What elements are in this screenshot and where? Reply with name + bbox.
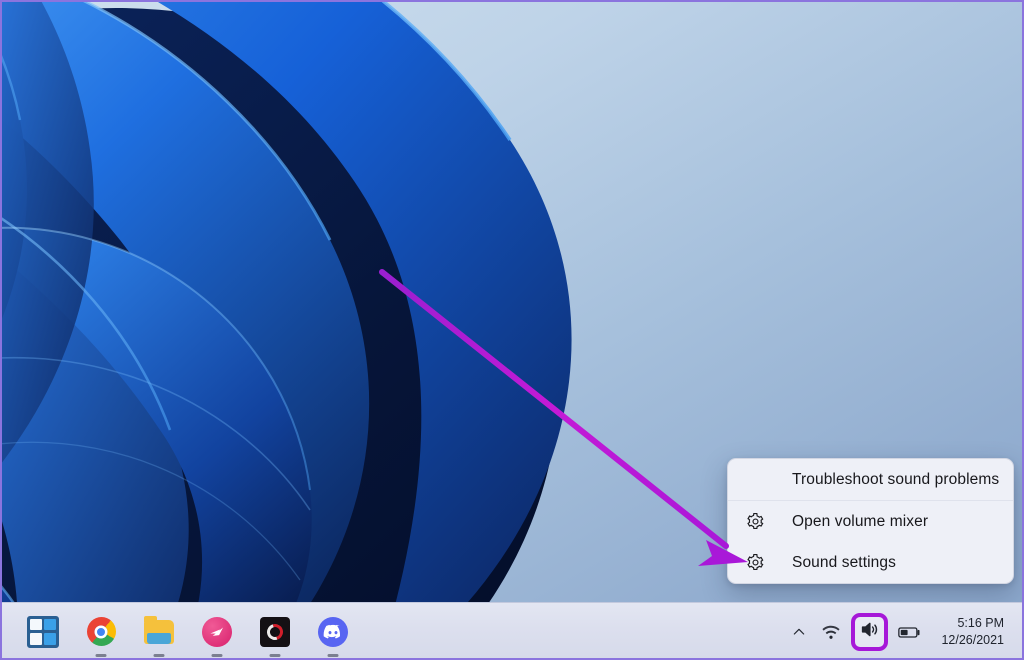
menu-item-label: Sound settings (792, 553, 896, 571)
clock-date: 12/26/2021 (941, 633, 1004, 647)
clock-time: 5:16 PM (957, 616, 1004, 631)
menu-item-sound-settings[interactable]: Sound settings (728, 542, 1013, 583)
network-button[interactable] (814, 614, 848, 650)
folder-icon (144, 615, 174, 644)
show-hidden-icons-button[interactable] (784, 614, 814, 650)
running-indicator (269, 653, 281, 657)
volume-button-highlight[interactable] (851, 613, 889, 651)
taskbar-app-messaging[interactable] (200, 615, 234, 657)
speaker-icon[interactable] (859, 620, 880, 644)
menu-item-label: Troubleshoot sound problems (792, 470, 1000, 488)
battery-icon (898, 625, 922, 640)
windows-logo-icon (27, 615, 59, 648)
pink-arrow-icon (202, 616, 232, 647)
running-indicator (153, 653, 165, 657)
clock[interactable]: 5:16 PM 12/26/2021 (929, 615, 1010, 648)
menu-item-troubleshoot-sound-problems[interactable]: Troubleshoot sound problems (728, 459, 1013, 500)
taskbar-app-discord[interactable] (316, 615, 350, 657)
taskbar-app-file-explorer[interactable] (142, 615, 176, 657)
taskbar-app-chrome[interactable] (84, 615, 118, 657)
chevron-up-icon (791, 624, 807, 640)
running-indicator (95, 653, 107, 657)
wallpaper-bloom-graphic (0, 0, 800, 660)
dark-ring-icon (260, 616, 290, 647)
discord-icon (318, 616, 348, 647)
running-indicator (327, 653, 339, 657)
menu-item-open-volume-mixer[interactable]: Open volume mixer (728, 501, 1013, 542)
battery-button[interactable] (891, 614, 929, 650)
taskbar-app-media[interactable] (258, 615, 292, 657)
volume-context-menu[interactable]: Troubleshoot sound problems Open volume … (727, 458, 1014, 584)
chrome-icon (86, 617, 116, 646)
menu-item-label: Open volume mixer (792, 512, 929, 530)
system-tray[interactable]: 5:16 PM 12/26/2021 (784, 603, 1024, 660)
start-button[interactable] (26, 615, 60, 649)
gear-icon (746, 553, 776, 572)
running-indicator (211, 653, 223, 657)
gear-icon (746, 512, 776, 531)
desktop[interactable]: Troubleshoot sound problems Open volume … (0, 0, 1024, 660)
taskbar[interactable]: 5:16 PM 12/26/2021 (0, 602, 1024, 660)
wifi-icon (821, 624, 841, 641)
